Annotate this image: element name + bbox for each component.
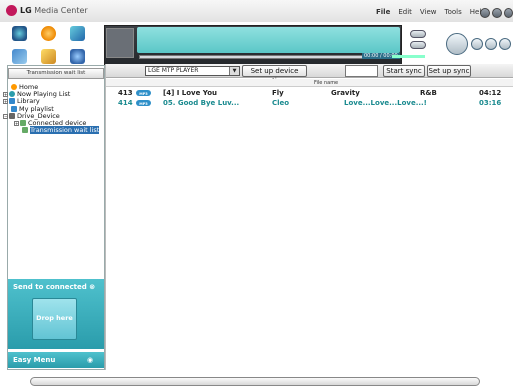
photo-icon[interactable] <box>70 26 85 41</box>
document-icon[interactable] <box>41 49 56 64</box>
wait-list-icon <box>22 127 28 133</box>
expand-icon[interactable]: + <box>14 121 19 126</box>
music-icon[interactable] <box>12 26 27 41</box>
row-title: 05. Good Bye Luv... <box>163 99 240 107</box>
stop-button[interactable] <box>471 38 483 50</box>
menu-view[interactable]: View <box>420 8 437 16</box>
row-number: 414 <box>118 99 133 107</box>
next-button[interactable] <box>499 38 511 50</box>
menu-file[interactable]: File <box>376 8 390 16</box>
repeat-button[interactable] <box>410 30 426 38</box>
play-button[interactable] <box>446 33 468 55</box>
row-time: 03:16 <box>479 99 502 107</box>
playback-controls <box>446 32 512 58</box>
row-title: [4] I Love You <box>163 89 217 97</box>
splitter[interactable] <box>105 64 106 370</box>
volume-slider[interactable] <box>392 55 425 58</box>
shuffle-button[interactable] <box>410 41 426 49</box>
device-select[interactable]: LGE MTP PLAYER <box>145 66 240 76</box>
maximize-button[interactable] <box>492 8 502 18</box>
mode-buttons <box>410 30 446 52</box>
expand-icon[interactable]: + <box>3 99 8 104</box>
setup-device-option-button[interactable]: Set up device option <box>242 65 307 85</box>
column-header-file-name[interactable]: File name <box>314 80 338 86</box>
table-row[interactable]: 413 MP3 [4] I Love You Fly Gravity R&B 0… <box>106 89 513 97</box>
row-genre: R&B <box>420 89 437 97</box>
collapse-icon[interactable]: − <box>3 114 8 119</box>
list-header <box>106 79 513 87</box>
row-number: 413 <box>118 89 133 97</box>
send-panel-title: Send to connected ⊗ <box>13 283 96 291</box>
device-icon <box>20 120 26 126</box>
tree-item-library[interactable]: + Library <box>3 98 40 105</box>
device-status-field <box>345 65 378 77</box>
tree-item-transmission-wait-list[interactable]: Transmission wait list <box>22 126 100 134</box>
toolbar-icons <box>10 24 100 68</box>
easy-menu-label: Easy Menu ◉ <box>13 356 94 364</box>
drop-zone-label: Drop here <box>36 314 73 322</box>
setup-sync-button[interactable]: Set up sync <box>427 65 471 77</box>
row-album: Love...Love...Love...! <box>344 99 427 107</box>
seek-bar[interactable] <box>139 55 364 59</box>
close-button[interactable] <box>504 8 513 18</box>
expand-icon[interactable]: + <box>3 92 8 97</box>
settings-icon[interactable] <box>70 49 85 64</box>
sync-icon[interactable] <box>41 26 56 41</box>
horizontal-scrollbar[interactable] <box>30 377 480 386</box>
row-time: 04:12 <box>479 89 502 97</box>
menu-bar: File Edit View Tools Help <box>376 8 486 16</box>
mp3-badge: MP3 <box>136 90 151 96</box>
menu-tools[interactable]: Tools <box>445 8 462 16</box>
library-icon <box>9 98 15 104</box>
lg-logo-icon <box>6 5 17 16</box>
sidebar-header: Transmission wait list <box>8 68 104 79</box>
menu-edit[interactable]: Edit <box>398 8 412 16</box>
mp3-badge: MP3 <box>136 100 151 106</box>
now-playing-display <box>137 27 400 53</box>
row-album: Gravity <box>331 89 360 97</box>
easy-menu-toggle-icon[interactable]: ◉ <box>87 356 93 364</box>
now-playing-icon <box>9 91 15 97</box>
previous-button[interactable] <box>485 38 497 50</box>
app-title: LG Media Center <box>20 6 88 15</box>
dropdown-arrow-icon[interactable]: ▼ <box>229 67 239 75</box>
minimize-button[interactable] <box>480 8 490 18</box>
row-artist: Cleo <box>272 99 290 107</box>
album-art <box>106 28 134 58</box>
row-artist: Fly <box>272 89 284 97</box>
collapse-panel-icon[interactable]: ⊗ <box>89 283 95 291</box>
video-icon[interactable] <box>12 49 27 64</box>
table-row[interactable]: 414 MP3 05. Good Bye Luv... Cleo Love...… <box>106 99 513 107</box>
drive-icon <box>9 113 15 119</box>
start-sync-button[interactable]: Start sync <box>383 65 425 77</box>
